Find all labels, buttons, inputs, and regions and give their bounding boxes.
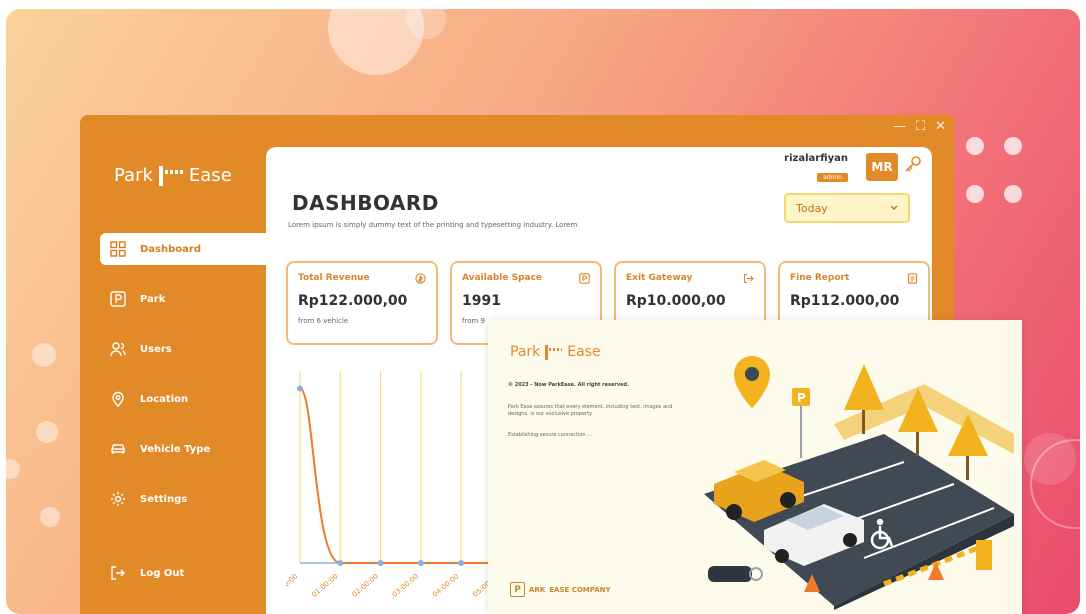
card-title: Fine Report <box>790 273 850 283</box>
sidebar-item-label: Vehicle Type <box>140 443 211 455</box>
brand-right-text: Ease <box>188 165 232 186</box>
decor-dot <box>966 137 984 155</box>
sidebar-item-users[interactable]: Users <box>100 333 266 365</box>
sidebar-item-label: Dashboard <box>140 243 201 255</box>
copyright-text: © 2023 - Now ParkEase. All right reserve… <box>508 382 629 388</box>
decor-bubble <box>36 421 58 443</box>
minimize-button[interactable]: — <box>893 119 906 135</box>
dashboard-grid-icon <box>110 241 126 257</box>
x-tick-label: 02:00:00 <box>351 572 380 597</box>
sidebar-item-label: Park <box>140 293 166 305</box>
logout-label: Log Out <box>140 567 185 579</box>
sidebar-item-label: Location <box>140 393 189 405</box>
parking-p-icon <box>110 291 126 307</box>
parking-sign-icon <box>579 273 590 284</box>
logout-icon <box>111 566 125 580</box>
sidebar-item-label: Users <box>140 343 172 355</box>
parking-lot-illustration: P <box>704 356 1014 610</box>
date-range-value: Today <box>796 201 828 215</box>
data-point[interactable] <box>377 560 384 566</box>
map-pin-icon <box>734 356 770 408</box>
parking-barrier-icon <box>158 165 183 186</box>
date-range-select[interactable]: Today <box>784 193 910 223</box>
company-name: EASE COMPANY <box>549 585 611 594</box>
sidebar-item-settings[interactable]: Settings <box>100 483 266 515</box>
car-icon <box>111 444 125 454</box>
username: rizalarfiyan <box>784 153 848 164</box>
location-pin-icon <box>112 391 124 407</box>
data-point[interactable] <box>337 560 344 566</box>
splash-brand-left: Park <box>510 344 541 360</box>
splash-screen: Park Ease © 2023 - Now ParkEase. All rig… <box>488 320 1022 614</box>
maximize-button[interactable]: ⛶ <box>916 119 925 135</box>
role-badge: admin <box>817 173 848 182</box>
card-value: 1991 <box>462 293 501 309</box>
parking-barrier-icon <box>545 344 563 360</box>
x-tick-label: 04:00:00 <box>431 572 460 597</box>
page-description: Lorem ipsum is simply dummy text of the … <box>288 221 578 229</box>
key-icon[interactable] <box>904 155 922 173</box>
app-logo: Park Ease <box>114 165 232 186</box>
sidebar-item-dashboard[interactable]: Dashboard <box>100 233 266 265</box>
loading-status: Establishing secure connection ... <box>508 432 592 438</box>
splash-logo: Park Ease <box>510 344 601 360</box>
company-logo: P ARK EASE COMPANY <box>510 582 611 597</box>
user-info: rizalarfiyan admin <box>784 153 848 183</box>
decor-bubble <box>32 343 56 367</box>
sidebar-item-vehicle-type[interactable]: Vehicle Type <box>100 433 266 465</box>
decor-dot <box>1004 137 1022 155</box>
exit-icon <box>743 273 754 284</box>
users-icon <box>110 342 126 357</box>
page-title: DASHBOARD <box>292 191 439 215</box>
window-controls: — ⛶ ✕ <box>893 119 946 135</box>
decor-bubble <box>6 459 20 479</box>
decor-bubble <box>40 507 60 527</box>
x-tick-label: 01:00:00 <box>310 572 339 597</box>
sidebar-item-label: Settings <box>140 493 188 505</box>
logout-button[interactable]: Log Out <box>110 565 184 581</box>
avatar[interactable]: MR <box>866 153 898 181</box>
card-title: Total Revenue <box>298 273 370 283</box>
sidebar-nav: Dashboard Park Users Location Vehicle Ty… <box>100 233 266 533</box>
close-button[interactable]: ✕ <box>935 119 946 135</box>
sidebar-item-location[interactable]: Location <box>100 383 266 415</box>
coin-icon <box>415 273 426 284</box>
stat-card-total-revenue[interactable]: Total Revenue Rp122.000,00 from 6 vehicl… <box>286 261 438 345</box>
splash-brand-right: Ease <box>567 344 601 360</box>
data-point[interactable] <box>458 560 465 566</box>
decor-bubble <box>1024 433 1076 485</box>
card-value: Rp122.000,00 <box>298 293 408 309</box>
x-tick-label: 00:00:00 <box>286 572 299 597</box>
sidebar-item-park[interactable]: Park <box>100 283 266 315</box>
card-value: Rp112.000,00 <box>790 293 900 309</box>
report-icon <box>907 273 918 284</box>
company-prefix: ARK <box>529 585 546 594</box>
car-key-icon <box>708 566 763 582</box>
brand-left-text: Park <box>114 165 153 186</box>
data-point[interactable] <box>297 385 303 392</box>
card-value: Rp10.000,00 <box>626 293 726 309</box>
decor-dot <box>1004 185 1022 203</box>
card-subtext: from 6 vehicle <box>298 317 349 325</box>
chevron-down-icon <box>890 205 898 210</box>
parking-sign-icon: P <box>792 388 810 458</box>
decor-dot <box>966 185 984 203</box>
x-tick-label: 03:00:00 <box>391 572 420 597</box>
ownership-notice: Park Ease assures that every element, in… <box>508 404 673 417</box>
gear-icon <box>111 492 125 506</box>
company-p-box: P <box>510 582 525 597</box>
svg-text:P: P <box>797 391 806 405</box>
card-title: Available Space <box>462 273 543 283</box>
data-point[interactable] <box>417 560 424 566</box>
card-title: Exit Gateway <box>626 273 693 283</box>
